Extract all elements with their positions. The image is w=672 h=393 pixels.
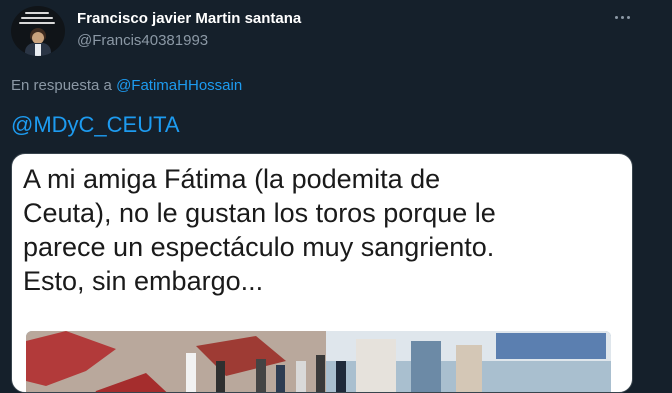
more-horizontal-icon (620, 15, 624, 19)
media-photo (26, 331, 611, 392)
tweet: Francisco javier Martin santana @Francis… (0, 0, 672, 393)
reply-to-handle-link[interactable]: @FatimaHHossain (116, 77, 242, 94)
tweet-media[interactable]: A mi amiga Fátima (la podemita de Ceuta)… (11, 153, 633, 393)
reply-context: En respuesta a @FatimaHHossain (11, 77, 242, 94)
more-horizontal-icon (614, 15, 618, 19)
avatar-shirt (35, 44, 41, 56)
avatar-caption-line (19, 22, 55, 24)
avatar-caption-line (25, 12, 49, 14)
crowd-photo-graphic (26, 331, 611, 392)
media-image-text-line: A mi amiga Fátima (la podemita de (23, 164, 441, 194)
more-options-button[interactable] (610, 7, 634, 27)
tweet-text-mention-link[interactable]: @MDyC_CEUTA (11, 112, 180, 138)
avatar-caption-line (21, 17, 53, 19)
reply-prefix: En respuesta a (11, 77, 112, 94)
media-image-text: A mi amiga Fátima (la podemita de Ceuta)… (23, 162, 623, 298)
avatar[interactable] (11, 6, 65, 56)
more-horizontal-icon (626, 15, 630, 19)
media-image-text-line: Esto, sin embargo... (23, 266, 264, 296)
user-handle[interactable]: @Francis40381993 (77, 32, 208, 49)
media-image-text-line: parece un espectáculo muy sangriento. (23, 232, 495, 262)
media-image-text-line: Ceuta), no le gustan los toros porque le (23, 198, 496, 228)
display-name[interactable]: Francisco javier Martin santana (77, 10, 301, 27)
